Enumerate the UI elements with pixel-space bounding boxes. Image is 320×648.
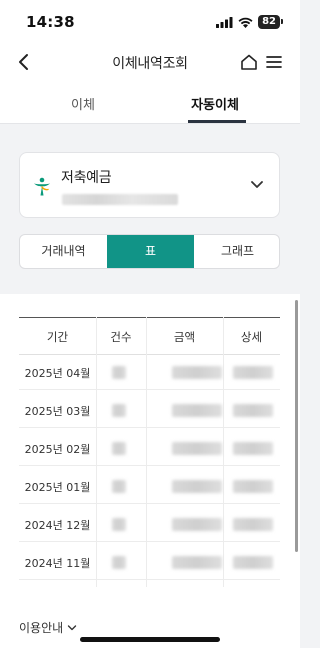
row-period: 2025년 04월 bbox=[24, 367, 91, 380]
header-detail: 상세 bbox=[240, 330, 263, 344]
row-count-masked bbox=[112, 518, 126, 531]
row-count-masked bbox=[112, 480, 126, 493]
row-detail-masked bbox=[233, 442, 273, 455]
row-period: 2024년 12월 bbox=[24, 519, 91, 532]
header-count: 건수 bbox=[110, 330, 132, 344]
wifi-icon bbox=[238, 17, 253, 28]
scrollbar[interactable] bbox=[295, 300, 298, 552]
battery-indicator: 82 bbox=[258, 15, 283, 29]
row-amount-masked bbox=[172, 366, 222, 379]
chevron-down-icon bbox=[67, 624, 77, 630]
row-period: 2025년 02월 bbox=[24, 443, 91, 456]
row-amount-masked bbox=[172, 442, 222, 455]
table-row[interactable]: 2024년 11월 bbox=[19, 545, 280, 580]
row-detail-masked bbox=[233, 366, 273, 379]
home-icon[interactable] bbox=[239, 52, 259, 72]
usage-guide-toggle[interactable]: 이용안내 bbox=[19, 619, 77, 636]
segment-table[interactable]: 표 bbox=[107, 235, 194, 268]
active-tab-indicator bbox=[188, 120, 246, 123]
tab-bar: 이체 자동이체 bbox=[0, 80, 300, 124]
row-amount-masked bbox=[172, 518, 222, 531]
status-icons: 82 bbox=[216, 15, 283, 29]
account-number-masked bbox=[62, 194, 178, 205]
tab-transfer[interactable]: 이체 bbox=[48, 94, 118, 113]
row-detail-masked bbox=[233, 404, 273, 417]
status-time: 14:38 bbox=[26, 13, 75, 31]
home-indicator bbox=[80, 637, 220, 642]
table-row[interactable]: 2025년 04월 bbox=[19, 355, 280, 390]
signal-icon bbox=[216, 16, 233, 28]
row-count-masked bbox=[112, 366, 126, 379]
table-row[interactable]: 2025년 01월 bbox=[19, 469, 280, 504]
row-period: 2025년 01월 bbox=[24, 481, 91, 494]
row-detail-masked bbox=[233, 556, 273, 569]
header-period: 기간 bbox=[46, 330, 69, 344]
account-selector[interactable]: 저축예금 bbox=[19, 152, 280, 218]
row-amount-masked bbox=[172, 404, 222, 417]
segment-graph[interactable]: 그래프 bbox=[194, 235, 279, 268]
table-row[interactable]: 2025년 02월 bbox=[19, 431, 280, 466]
row-count-masked bbox=[112, 556, 126, 569]
chevron-down-icon bbox=[251, 181, 263, 188]
row-period: 2025년 03월 bbox=[24, 405, 91, 418]
view-mode-segmented-control: 거래내역 표 그래프 bbox=[19, 234, 280, 269]
row-detail-masked bbox=[233, 518, 273, 531]
usage-guide-label: 이용안내 bbox=[19, 621, 64, 635]
row-detail-masked bbox=[233, 480, 273, 493]
table-header: 기간 건수 금액 상세 bbox=[19, 317, 280, 355]
status-bar: 14:38 82 bbox=[0, 0, 300, 44]
segment-transactions[interactable]: 거래내역 bbox=[20, 235, 107, 268]
hamburger-menu-icon[interactable] bbox=[264, 52, 284, 72]
header-amount: 금액 bbox=[173, 330, 196, 344]
row-amount-masked bbox=[172, 480, 222, 493]
bank-logo-icon bbox=[34, 177, 50, 196]
row-period: 2024년 11월 bbox=[24, 557, 91, 570]
row-count-masked bbox=[112, 404, 126, 417]
table-row[interactable]: 2024년 12월 bbox=[19, 507, 280, 542]
app-header: 이체내역조회 bbox=[0, 44, 300, 80]
table-row[interactable]: 2025년 03월 bbox=[19, 393, 280, 428]
account-name: 저축예금 bbox=[61, 170, 112, 186]
tab-auto-transfer[interactable]: 자동이체 bbox=[180, 94, 250, 113]
row-count-masked bbox=[112, 442, 126, 455]
row-amount-masked bbox=[172, 556, 222, 569]
